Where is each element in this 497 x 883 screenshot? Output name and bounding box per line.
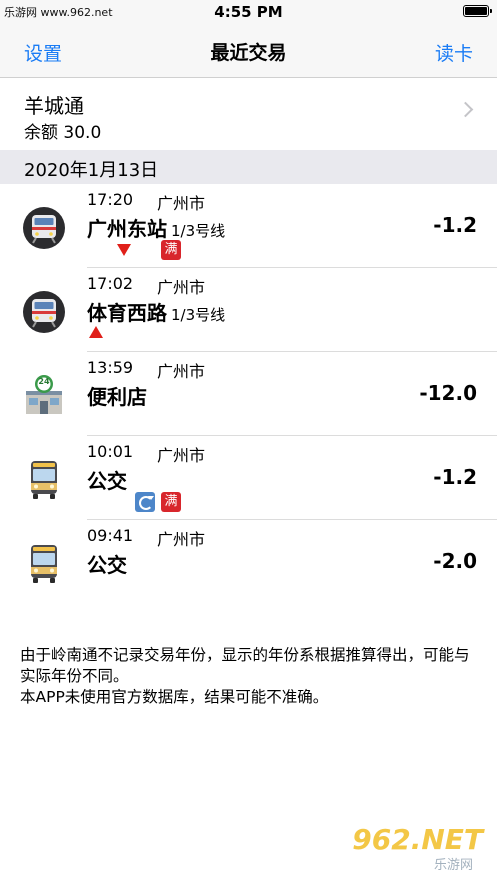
transaction-place: 公交 bbox=[87, 469, 127, 493]
transaction-place: 体育西路 1/3号线 bbox=[87, 297, 225, 326]
navigation-bar: 设置 最近交易 读卡 bbox=[0, 24, 497, 78]
bus-icon bbox=[31, 461, 57, 499]
store-hours-label: 24 bbox=[38, 377, 50, 386]
transaction-time: 17:20 bbox=[87, 190, 134, 209]
transaction-row: 09:41 广州市 公交 -2.0 bbox=[0, 520, 497, 604]
watermark-main: 962.NET bbox=[352, 823, 483, 856]
disclaimer-line-1: 由于岭南通不记录交易年份，显示的年份系根据推算得出，可能与实际年份不同。 bbox=[20, 646, 470, 685]
transaction-amount: -2.0 bbox=[433, 549, 477, 573]
card-balance: 余额 30.0 bbox=[24, 123, 102, 143]
transaction-row: 17:02 广州市 体育西路 1/3号线 bbox=[0, 268, 497, 352]
status-bar: 乐游网 www.962.net 4:55 PM bbox=[0, 0, 497, 24]
page-title: 最近交易 bbox=[210, 42, 287, 64]
transaction-time: 10:01 bbox=[87, 442, 134, 461]
transaction-time: 13:59 bbox=[87, 358, 134, 377]
transaction-amount: -12.0 bbox=[419, 381, 477, 405]
transaction-amount: -1.2 bbox=[433, 465, 477, 489]
transaction-time: 17:02 bbox=[87, 274, 134, 293]
card-name: 羊城通 bbox=[24, 94, 84, 118]
metro-icon bbox=[23, 291, 65, 333]
transaction-row: 24 13:59 广州市 便利店 -12.0 bbox=[0, 352, 497, 436]
disclaimer-line-2: 本APP未使用官方数据库，结果可能不准确。 bbox=[20, 688, 329, 706]
transfer-icon bbox=[135, 492, 155, 512]
transaction-row: 17:20 广州市 广州东站 1/3号线 -1.2 满 bbox=[0, 184, 497, 268]
entry-direction-icon bbox=[89, 326, 103, 338]
transaction-city: 广州市 bbox=[157, 194, 206, 213]
site-watermark: 962.NET 乐游网 bbox=[351, 823, 487, 873]
card-row[interactable]: 羊城通 余额 30.0 bbox=[0, 78, 497, 150]
transaction-city: 广州市 bbox=[157, 530, 206, 549]
date-section-header: 2020年1月13日 bbox=[0, 150, 497, 184]
transaction-marks bbox=[87, 324, 227, 344]
transaction-amount: -1.2 bbox=[433, 213, 477, 237]
battery-icon bbox=[463, 5, 492, 17]
exit-direction-icon bbox=[117, 244, 131, 256]
chevron-right-icon bbox=[457, 101, 474, 118]
transaction-marks: 满 bbox=[87, 492, 227, 512]
station-name: 体育西路 bbox=[87, 301, 167, 325]
full-fare-badge: 满 bbox=[161, 492, 181, 512]
transaction-row: 10:01 广州市 公交 -1.2 满 bbox=[0, 436, 497, 520]
metro-line: 1/3号线 bbox=[171, 306, 226, 324]
transaction-place: 广州东站 1/3号线 bbox=[87, 213, 225, 242]
metro-line: 1/3号线 bbox=[171, 222, 226, 240]
bus-icon bbox=[31, 545, 57, 583]
transaction-marks: 满 bbox=[87, 240, 227, 260]
transaction-city: 广州市 bbox=[157, 362, 206, 381]
read-card-button[interactable]: 读卡 bbox=[435, 39, 473, 66]
transaction-city: 广州市 bbox=[157, 278, 206, 297]
watermark-sub: 乐游网 bbox=[433, 858, 473, 873]
transaction-time: 09:41 bbox=[87, 526, 134, 545]
transaction-city: 广州市 bbox=[157, 446, 206, 465]
metro-icon bbox=[23, 207, 65, 249]
station-name: 广州东站 bbox=[87, 217, 167, 241]
transaction-place: 公交 bbox=[87, 553, 127, 577]
full-fare-badge: 满 bbox=[161, 240, 181, 260]
disclaimer-note: 由于岭南通不记录交易年份，显示的年份系根据推算得出，可能与实际年份不同。 本AP… bbox=[20, 645, 480, 708]
status-time: 4:55 PM bbox=[214, 3, 283, 21]
section-date: 2020年1月13日 bbox=[24, 160, 159, 181]
transaction-place: 便利店 bbox=[87, 385, 147, 409]
